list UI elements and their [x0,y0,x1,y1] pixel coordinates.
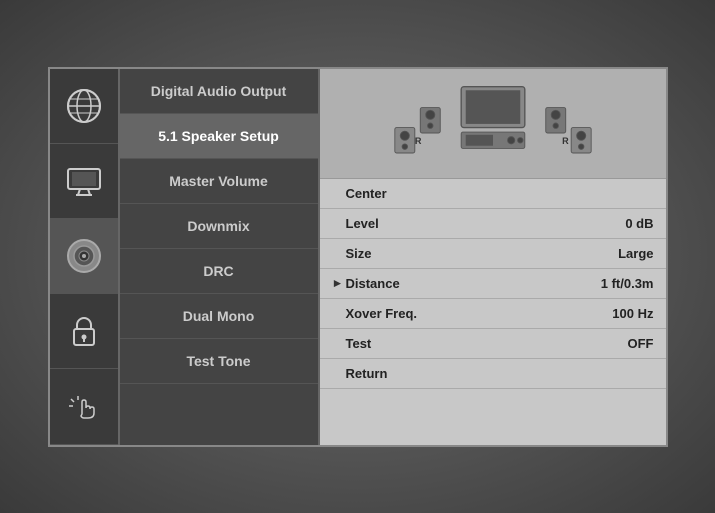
value-distance: 1 ft/0.3m [601,276,654,291]
detail-row-distance[interactable]: ► Distance 1 ft/0.3m [320,269,666,299]
svg-text:R: R [562,136,569,146]
menu-item-drc[interactable]: DRC [120,249,318,294]
detail-row-test: Test OFF [320,329,666,359]
menu-item-master-volume[interactable]: Master Volume [120,159,318,204]
label-distance: Distance [346,276,601,291]
menu-item-digital-audio-output[interactable]: Digital Audio Output [120,69,318,114]
sidebar [50,69,120,445]
label-test: Test [346,336,628,351]
label-size: Size [346,246,619,261]
arrow-distance: ► [332,276,346,290]
sidebar-item-lock[interactable] [50,294,118,369]
menu-item-test-tone[interactable]: Test Tone [120,339,318,384]
menu-item-speaker-setup[interactable]: 5.1 Speaker Setup [120,114,318,159]
lock-icon [64,311,104,351]
touch-icon [64,386,104,426]
globe-icon [64,86,104,126]
label-level: Level [346,216,626,231]
sidebar-item-audio[interactable] [50,219,118,294]
svg-text:R: R [414,136,421,146]
audio-icon [64,236,104,276]
detail-panel: R R Center Level 0 dB Size [320,69,666,445]
speaker-diagram: R R [320,69,666,179]
detail-rows: Center Level 0 dB Size Large ► Distance … [320,179,666,445]
detail-row-level: Level 0 dB [320,209,666,239]
speaker-layout-diagram: R R [393,78,593,168]
label-return: Return [346,366,654,381]
sidebar-item-touch[interactable] [50,369,118,444]
value-size: Large [618,246,653,261]
sidebar-item-internet[interactable] [50,69,118,144]
value-level: 0 dB [625,216,653,231]
detail-row-center: Center [320,179,666,209]
menu-panel: Digital Audio Output 5.1 Speaker Setup M… [120,69,320,445]
menu-item-dual-mono[interactable]: Dual Mono [120,294,318,339]
sidebar-item-display[interactable] [50,144,118,219]
value-xover-freq: 100 Hz [612,306,653,321]
main-container: Digital Audio Output 5.1 Speaker Setup M… [48,67,668,447]
menu-item-downmix[interactable]: Downmix [120,204,318,249]
detail-row-xover-freq: Xover Freq. 100 Hz [320,299,666,329]
display-icon [64,161,104,201]
value-test: OFF [628,336,654,351]
label-xover-freq: Xover Freq. [346,306,613,321]
label-center: Center [346,186,654,201]
detail-row-return[interactable]: Return [320,359,666,389]
detail-row-size: Size Large [320,239,666,269]
